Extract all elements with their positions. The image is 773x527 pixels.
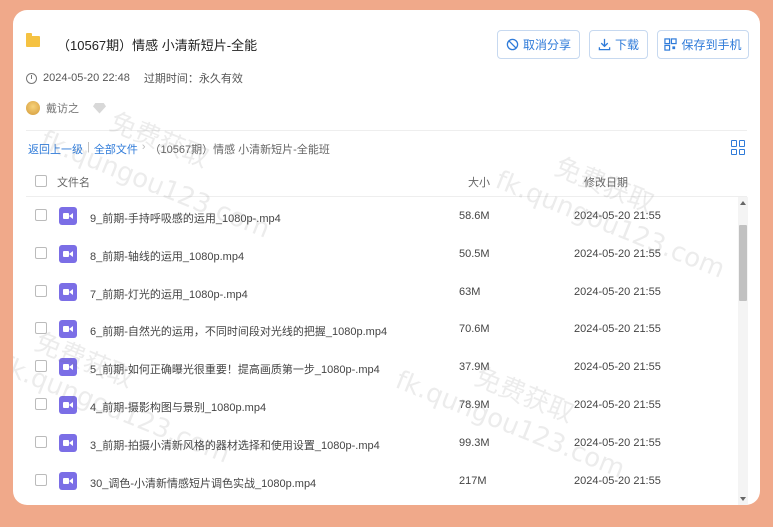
download-label: 下载 xyxy=(614,38,639,52)
sharer: 戴访之 xyxy=(26,100,106,116)
video-file-icon xyxy=(59,433,77,452)
row-checkbox[interactable] xyxy=(35,473,47,486)
divider xyxy=(26,130,747,131)
grid-view-icon[interactable] xyxy=(731,140,746,155)
file-date: 2024-05-20 21:55 xyxy=(574,398,661,411)
video-file-icon xyxy=(59,282,77,301)
video-file-icon xyxy=(59,207,77,225)
row-checkbox[interactable] xyxy=(35,360,47,373)
table-row[interactable]: 3_前期-拍摄小清新风格的器材选择和使用设置_1080p-.mp4 99.3M 20… xyxy=(28,424,735,462)
file-date: 2024-05-20 21:55 xyxy=(574,247,661,260)
breadcrumb-arrow: › xyxy=(141,141,146,153)
file-date: 2024-05-20 21:55 xyxy=(574,210,661,222)
scroll-down-icon[interactable] xyxy=(740,497,746,501)
file-date: 2024-05-20 21:55 xyxy=(574,323,661,336)
select-all-checkbox[interactable] xyxy=(35,175,47,187)
cancel-share-button[interactable]: 取消分享 xyxy=(497,30,580,59)
back-link[interactable]: 返回上一级 xyxy=(28,141,83,157)
column-name[interactable]: 文件名 xyxy=(57,174,90,190)
file-name[interactable]: 4_前期-摄影构图与景别_1080p.mp4 xyxy=(90,399,266,415)
file-date: 2024-05-20 21:55 xyxy=(574,436,661,449)
video-file-icon xyxy=(59,395,77,414)
video-file-icon xyxy=(59,358,77,377)
file-name[interactable]: 7_前期-灯光的运用_1080p-.mp4 xyxy=(90,286,248,302)
breadcrumb-separator: | xyxy=(87,141,90,153)
avatar[interactable] xyxy=(26,101,40,115)
folder-icon xyxy=(26,33,40,47)
file-size: 58.6M xyxy=(459,210,490,222)
file-size: 63M xyxy=(459,285,481,298)
row-checkbox[interactable] xyxy=(35,284,47,297)
file-date: 2024-05-20 21:55 xyxy=(574,285,661,298)
sharer-name[interactable]: 戴访之 xyxy=(46,100,79,116)
diamond-icon xyxy=(93,102,106,114)
download-icon xyxy=(598,38,611,51)
table-row[interactable]: 5_前期-如何正确曝光很重要！提高画质第一步_1080p-.mp4 37.9M 20… xyxy=(28,348,735,386)
video-file-icon xyxy=(59,244,77,263)
column-size[interactable]: 大小 xyxy=(468,174,490,190)
expire-info: 过期时间：永久有效 xyxy=(143,73,243,85)
video-file-icon xyxy=(59,320,77,339)
download-button[interactable]: 下载 xyxy=(589,30,648,59)
created-time: 2024-05-20 22:48 xyxy=(43,72,130,84)
file-name[interactable]: 5_前期-如何正确曝光很重要！提高画质第一步_1080p-.mp4 xyxy=(90,361,380,377)
file-name[interactable]: 8_前期-轴线的运用_1080p.mp4 xyxy=(90,248,244,264)
file-name[interactable]: 3_前期-拍摄小清新风格的器材选择和使用设置_1080p-.mp4 xyxy=(90,437,380,453)
file-size: 37.9M xyxy=(459,361,490,374)
table-row[interactable]: 30_调色-小清新情感短片调色实战_1080p.mp4 217M 2024-05-2… xyxy=(28,462,735,500)
header: （10567期）情感 小清新短片-全能... 取消分享 下载 保存到手机 xyxy=(13,10,760,68)
video-file-icon xyxy=(59,471,77,490)
file-date: 2024-05-20 21:55 xyxy=(574,474,661,487)
file-size: 78.9M xyxy=(459,398,490,411)
scroll-up-icon[interactable] xyxy=(740,201,746,205)
row-checkbox[interactable] xyxy=(35,246,47,259)
page-title: （10567期）情感 小清新短片-全能... xyxy=(57,38,257,53)
save-to-phone-button[interactable]: 保存到手机 xyxy=(657,30,749,59)
table-row[interactable]: 8_前期-轴线的运用_1080p.mp4 50.5M 2024-05-20 21:5… xyxy=(28,235,735,273)
table-row[interactable]: 6_前期-自然光的运用，不同时间段对光线的把握_1080p.mp4 70.6M 20… xyxy=(28,310,735,348)
watermark: 免费获取 xyxy=(105,107,213,175)
cancel-share-icon xyxy=(506,38,519,51)
share-panel: （10567期）情感 小清新短片-全能... 取消分享 下载 保存到手机 202… xyxy=(13,10,760,505)
file-size: 99.3M xyxy=(459,436,490,449)
row-checkbox[interactable] xyxy=(35,322,47,335)
file-name[interactable]: 30_调色-小清新情感短片调色实战_1080p.mp4 xyxy=(90,475,316,491)
file-size: 50.5M xyxy=(459,247,490,260)
table-row[interactable]: 9_前期-手持呼吸感的运用_1080p-.mp4 58.6M 2024-05-20 … xyxy=(28,197,735,235)
qr-phone-icon xyxy=(664,38,678,51)
table-header: 文件名 大小 修改日期 xyxy=(28,168,747,196)
table-row[interactable]: 4_前期-摄影构图与景别_1080p.mp4 78.9M 2024-05-20 21… xyxy=(28,386,735,424)
all-files-link[interactable]: 全部文件 xyxy=(94,141,138,157)
breadcrumb: 返回上一级 | 全部文件 › （10567期）情感 小清新短片-全能班 xyxy=(28,141,330,157)
file-size: 70.6M xyxy=(459,323,490,336)
cancel-share-label: 取消分享 xyxy=(522,38,571,52)
file-list: 9_前期-手持呼吸感的运用_1080p-.mp4 58.6M 2024-05-20 … xyxy=(28,197,735,505)
file-date: 2024-05-20 21:55 xyxy=(574,361,661,374)
row-checkbox[interactable] xyxy=(35,209,47,221)
table-row[interactable]: 7_前期-灯光的运用_1080p-.mp4 63M 2024-05-20 21:55 xyxy=(28,273,735,311)
file-size: 217M xyxy=(459,474,487,487)
breadcrumb-current: （10567期）情感 小清新短片-全能班 xyxy=(149,144,330,156)
save-to-phone-label: 保存到手机 xyxy=(681,38,742,52)
column-date[interactable]: 修改日期 xyxy=(584,174,628,190)
row-checkbox[interactable] xyxy=(35,435,47,448)
share-meta: 2024-05-20 22:48 过期时间：永久有效 xyxy=(26,70,243,86)
scrollbar[interactable] xyxy=(738,197,748,505)
file-name[interactable]: 9_前期-手持呼吸感的运用_1080p-.mp4 xyxy=(90,210,281,226)
scroll-thumb[interactable] xyxy=(739,225,747,301)
row-checkbox[interactable] xyxy=(35,397,47,410)
file-name[interactable]: 6_前期-自然光的运用，不同时间段对光线的把握_1080p.mp4 xyxy=(90,323,387,339)
clock-icon xyxy=(26,72,37,84)
